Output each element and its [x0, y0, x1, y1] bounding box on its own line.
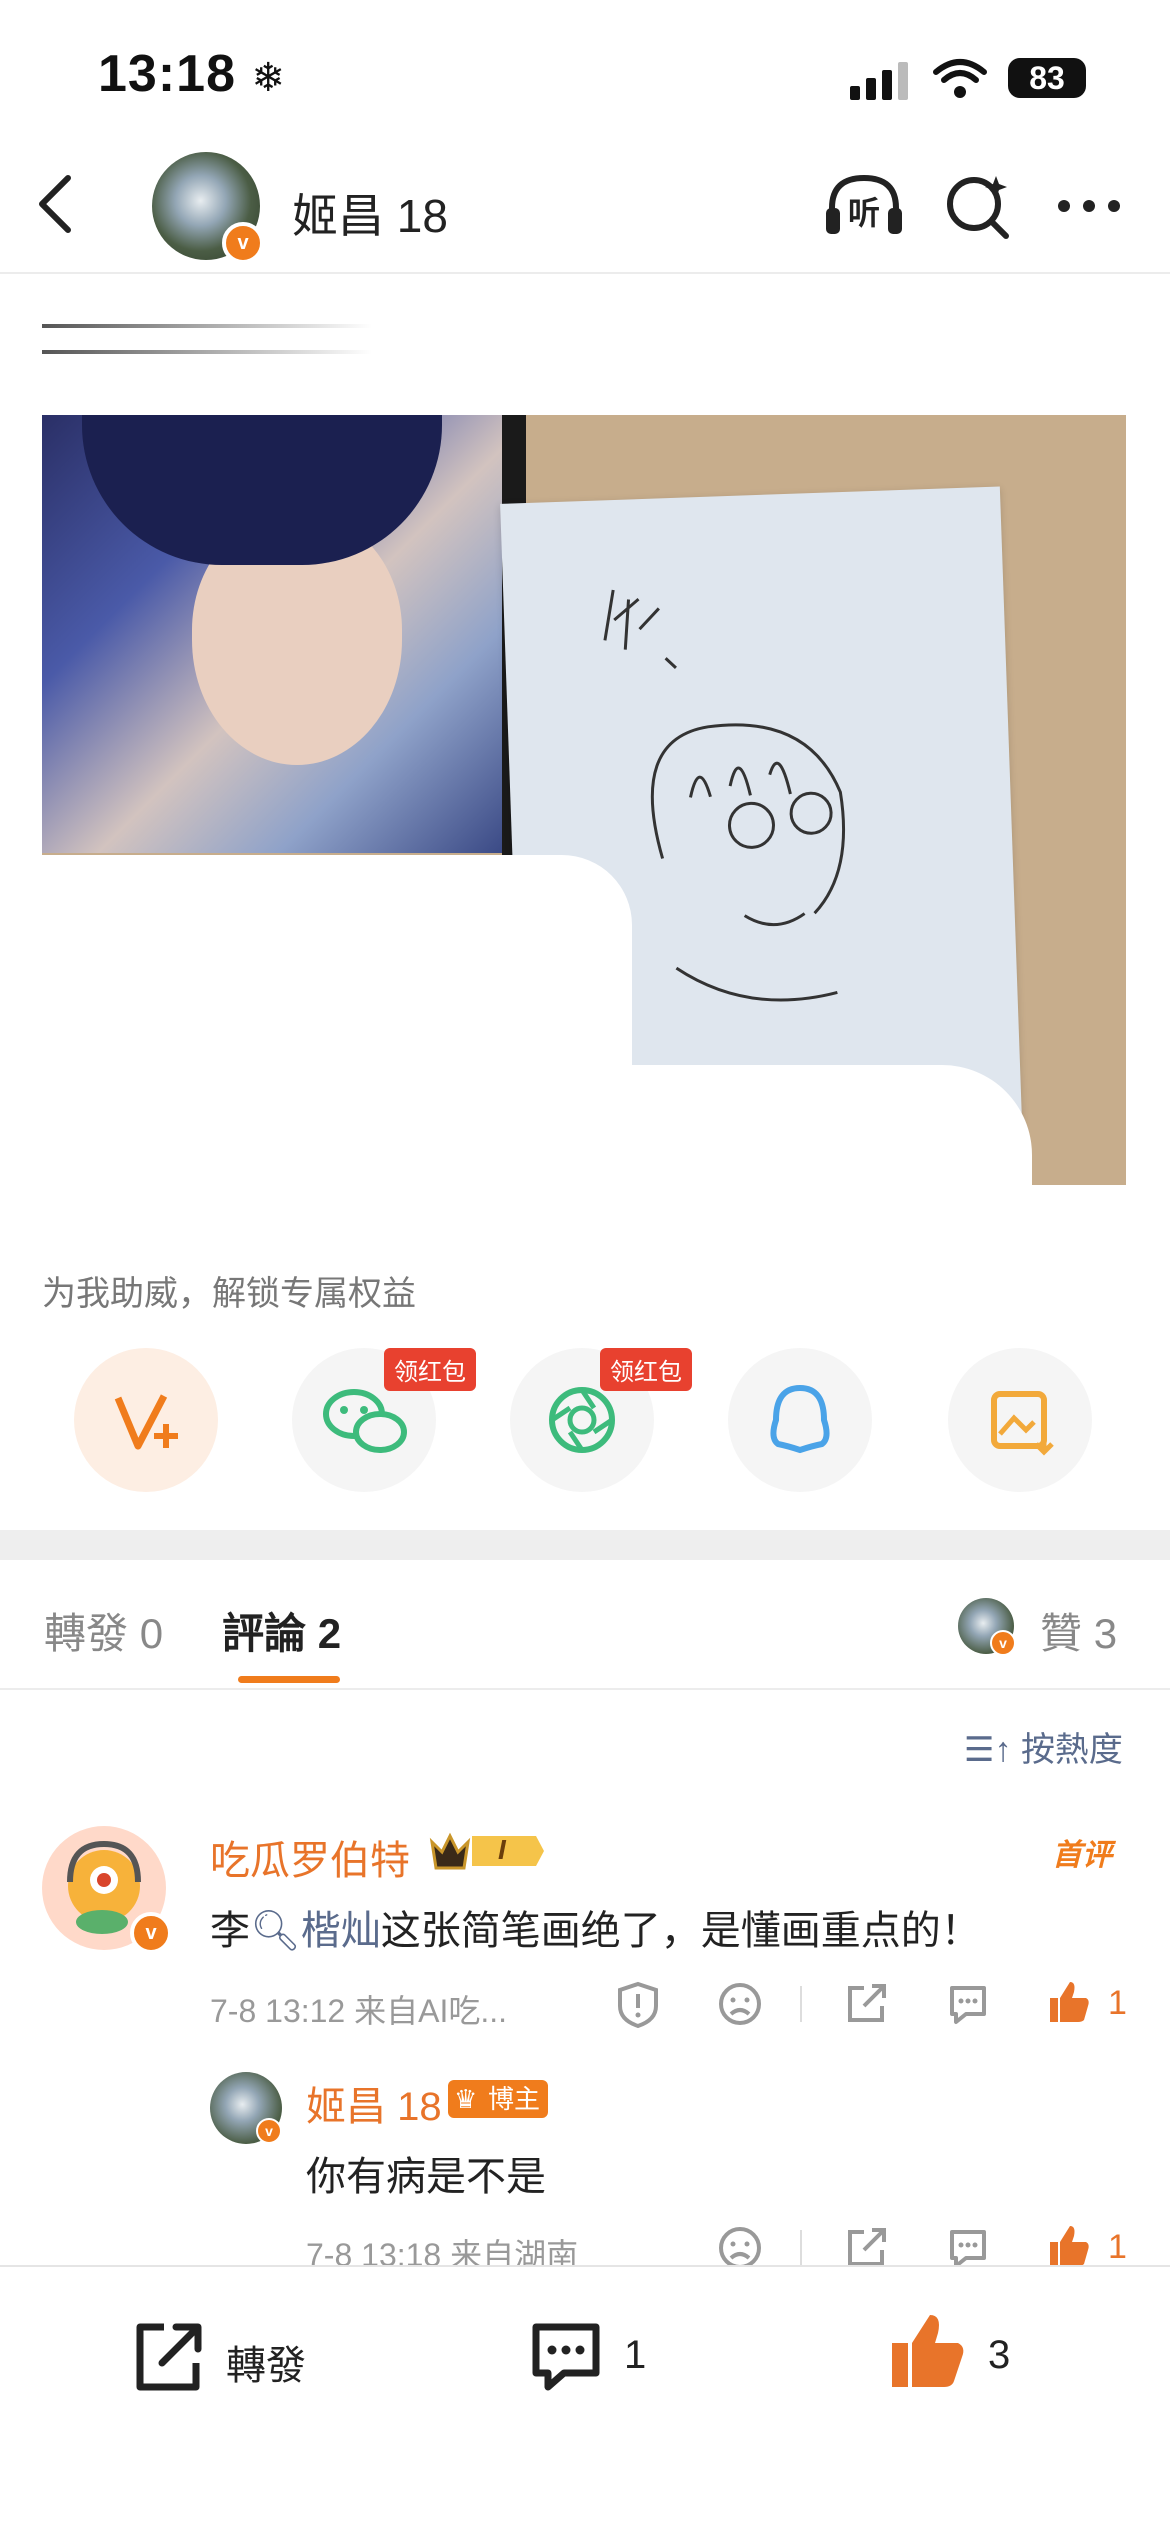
dislike-face-icon[interactable] — [716, 1980, 764, 2028]
wifi-icon — [933, 59, 987, 98]
red-packet-badge: 领红包 — [600, 1348, 692, 1391]
redacted-text — [42, 350, 372, 354]
redacted-text — [42, 324, 372, 328]
search-link[interactable]: 楷灿 — [301, 1909, 381, 1953]
redaction-mask — [42, 855, 632, 1185]
cellular-signal-icon — [850, 62, 908, 100]
verified-badge-icon: v — [130, 1912, 172, 1954]
save-image-button[interactable] — [948, 1348, 1092, 1492]
verified-badge-icon: v — [222, 222, 264, 264]
crown-icon — [429, 1832, 544, 1870]
report-icon[interactable] — [614, 1980, 662, 2028]
crown-icon: ♛ — [454, 2084, 478, 2114]
thumbs-up-icon — [1050, 1982, 1089, 2022]
bottom-repost-button[interactable]: 轉發 — [130, 2315, 330, 2395]
comment-icon — [532, 2323, 600, 2391]
commenter-name[interactable]: 吃瓜罗伯特 — [210, 1828, 410, 1886]
vip-crown-badge: I — [428, 1830, 546, 1872]
battery-indicator: 83 — [1008, 58, 1086, 98]
tabs-divider — [0, 1688, 1170, 1690]
header-divider — [0, 272, 1170, 274]
first-comment-badge: 首评 — [1052, 1839, 1112, 1872]
more-icon[interactable] — [1054, 196, 1124, 216]
bottom-like-button[interactable]: 3 — [888, 2311, 1048, 2395]
phone-screen-photo — [42, 415, 502, 853]
hair-region — [82, 415, 442, 565]
post-image[interactable] — [42, 415, 1126, 1185]
qq-icon — [770, 1384, 830, 1454]
bottom-action-bar: 轉發 1 3 — [0, 2265, 1170, 2534]
bottom-comment-button[interactable]: 1 — [528, 2315, 678, 2395]
active-tab-indicator — [238, 1676, 340, 1683]
save-image-icon — [991, 1391, 1054, 1456]
sort-icon: ☰↑ — [964, 1731, 1012, 1769]
tab-comments[interactable]: 評論 2 — [222, 1600, 341, 1661]
reply-text: 你有病是不是 — [306, 2155, 546, 2199]
author-name[interactable]: 姬昌 18 — [292, 180, 448, 246]
action-divider — [800, 2230, 802, 2266]
comment-meta: 7-8 13:12 来自AI吃... — [210, 1993, 508, 2029]
comment-text: 李🔍︎楷灿这张简笔画绝了，是懂画重点的！ — [210, 1909, 981, 1953]
sort-by-hot-button[interactable]: ☰↑ 按熱度 — [964, 1722, 1123, 1771]
promo-text: 为我助威，解锁专属权益 — [42, 1275, 416, 1313]
verified-badge-icon: v — [990, 1630, 1016, 1656]
reply-icon[interactable] — [944, 1980, 992, 2028]
tab-likes[interactable]: 贊 3 — [1040, 1600, 1117, 1661]
repost-icon — [136, 2323, 202, 2391]
thumbs-up-icon — [1050, 2226, 1089, 2266]
back-icon[interactable] — [32, 172, 82, 236]
reply-author-name[interactable]: 姬昌 18 — [306, 2074, 442, 2132]
comment-like-button[interactable]: 1 — [1046, 1980, 1127, 2028]
share-icon[interactable] — [842, 1980, 890, 2028]
verified-badge-icon: v — [256, 2118, 282, 2144]
qq-share-button[interactable] — [728, 1348, 872, 1492]
red-packet-badge: 领红包 — [384, 1348, 476, 1391]
redaction-mask — [602, 1065, 1032, 1185]
vplus-icon — [114, 1394, 178, 1450]
tab-repost[interactable]: 轉發 0 — [44, 1600, 163, 1661]
blogger-badge: ♛ 博主 — [448, 2080, 549, 2118]
section-separator — [0, 1530, 1170, 1560]
status-time: 13:18 ❄ — [98, 45, 286, 103]
thumbs-up-filled-icon — [892, 2315, 964, 2387]
listen-button[interactable]: 听 — [822, 170, 906, 240]
vplus-button[interactable] — [74, 1348, 218, 1492]
search-link-icon: 🔍︎ — [250, 1909, 301, 1953]
action-divider — [800, 1986, 802, 2022]
search-sparkle-icon[interactable] — [944, 172, 1014, 242]
